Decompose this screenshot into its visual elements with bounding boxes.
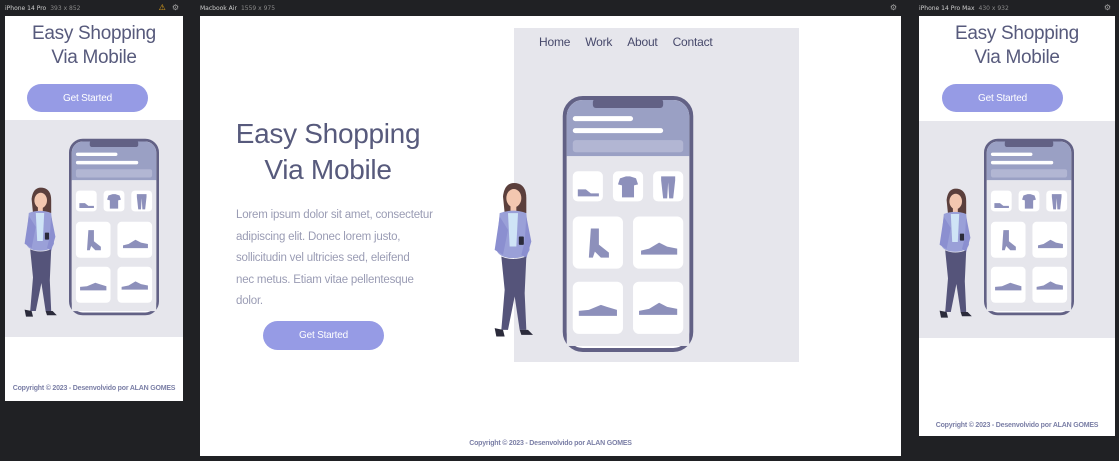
device-name: Macbook Air (200, 4, 237, 12)
hero-illustration-panel (919, 121, 1115, 338)
phone-illustration (984, 138, 1074, 316)
device-size: 430 x 932 (978, 4, 1009, 12)
main-nav: Home Work About Contact (539, 35, 713, 49)
gear-icon[interactable]: ⚙ (1104, 3, 1111, 12)
phone-illustration (69, 138, 159, 316)
hero-illustration-panel (5, 120, 183, 337)
page-title: Easy Shopping Via Mobile (32, 23, 156, 68)
macbook-air-viewport: Home Work About Contact Easy Shopping Vi… (200, 16, 901, 456)
nav-item-contact[interactable]: Contact (673, 35, 713, 49)
woman-illustration (19, 184, 61, 319)
device-size: 1559 x 975 (240, 4, 276, 12)
warning-icon[interactable]: ⚠ (159, 3, 166, 12)
copyright-text: Copyright © 2023 - Desenvolvido por ALAN… (12, 385, 176, 392)
nav-item-work[interactable]: Work (585, 35, 612, 49)
woman-illustration (934, 185, 976, 320)
page-title: Easy Shopping Via Mobile (235, 118, 421, 185)
device-size: 393 x 852 (50, 4, 81, 12)
phone-illustration (562, 96, 694, 352)
get-started-button[interactable]: Get Started (263, 321, 384, 350)
device-bar-iphone-14-pro: iPhone 14 Pro 393 x 852 ⚠ ⚙ (5, 0, 183, 16)
device-bar-macbook-air: Macbook Air 1559 x 975 ⚙ (200, 0, 901, 16)
gear-icon[interactable]: ⚙ (890, 3, 897, 12)
nav-item-about[interactable]: About (627, 35, 658, 49)
iphone-14-pro-viewport: Easy Shopping Via Mobile Get Started Cop… (5, 16, 183, 401)
woman-illustration (488, 164, 538, 354)
get-started-button[interactable]: Get Started (942, 84, 1063, 112)
device-bar-iphone-14-pro-max: iPhone 14 Pro Max 430 x 932 ⚙ (919, 0, 1115, 16)
hero-description: Lorem ipsum dolor sit amet, consectetur … (236, 209, 433, 307)
page-title: Easy Shopping Via Mobile (955, 23, 1079, 68)
device-name: iPhone 14 Pro Max (919, 4, 975, 12)
copyright-text: Copyright © 2023 - Desenvolvido por ALAN… (469, 440, 632, 447)
get-started-button[interactable]: Get Started (27, 84, 148, 112)
device-name: iPhone 14 Pro (5, 4, 47, 12)
iphone-14-pro-max-viewport: Easy Shopping Via Mobile Get Started Cop… (919, 16, 1115, 436)
nav-item-home[interactable]: Home (539, 35, 570, 49)
copyright-text: Copyright © 2023 - Desenvolvido por ALAN… (935, 422, 1099, 429)
gear-icon[interactable]: ⚙ (172, 3, 179, 12)
